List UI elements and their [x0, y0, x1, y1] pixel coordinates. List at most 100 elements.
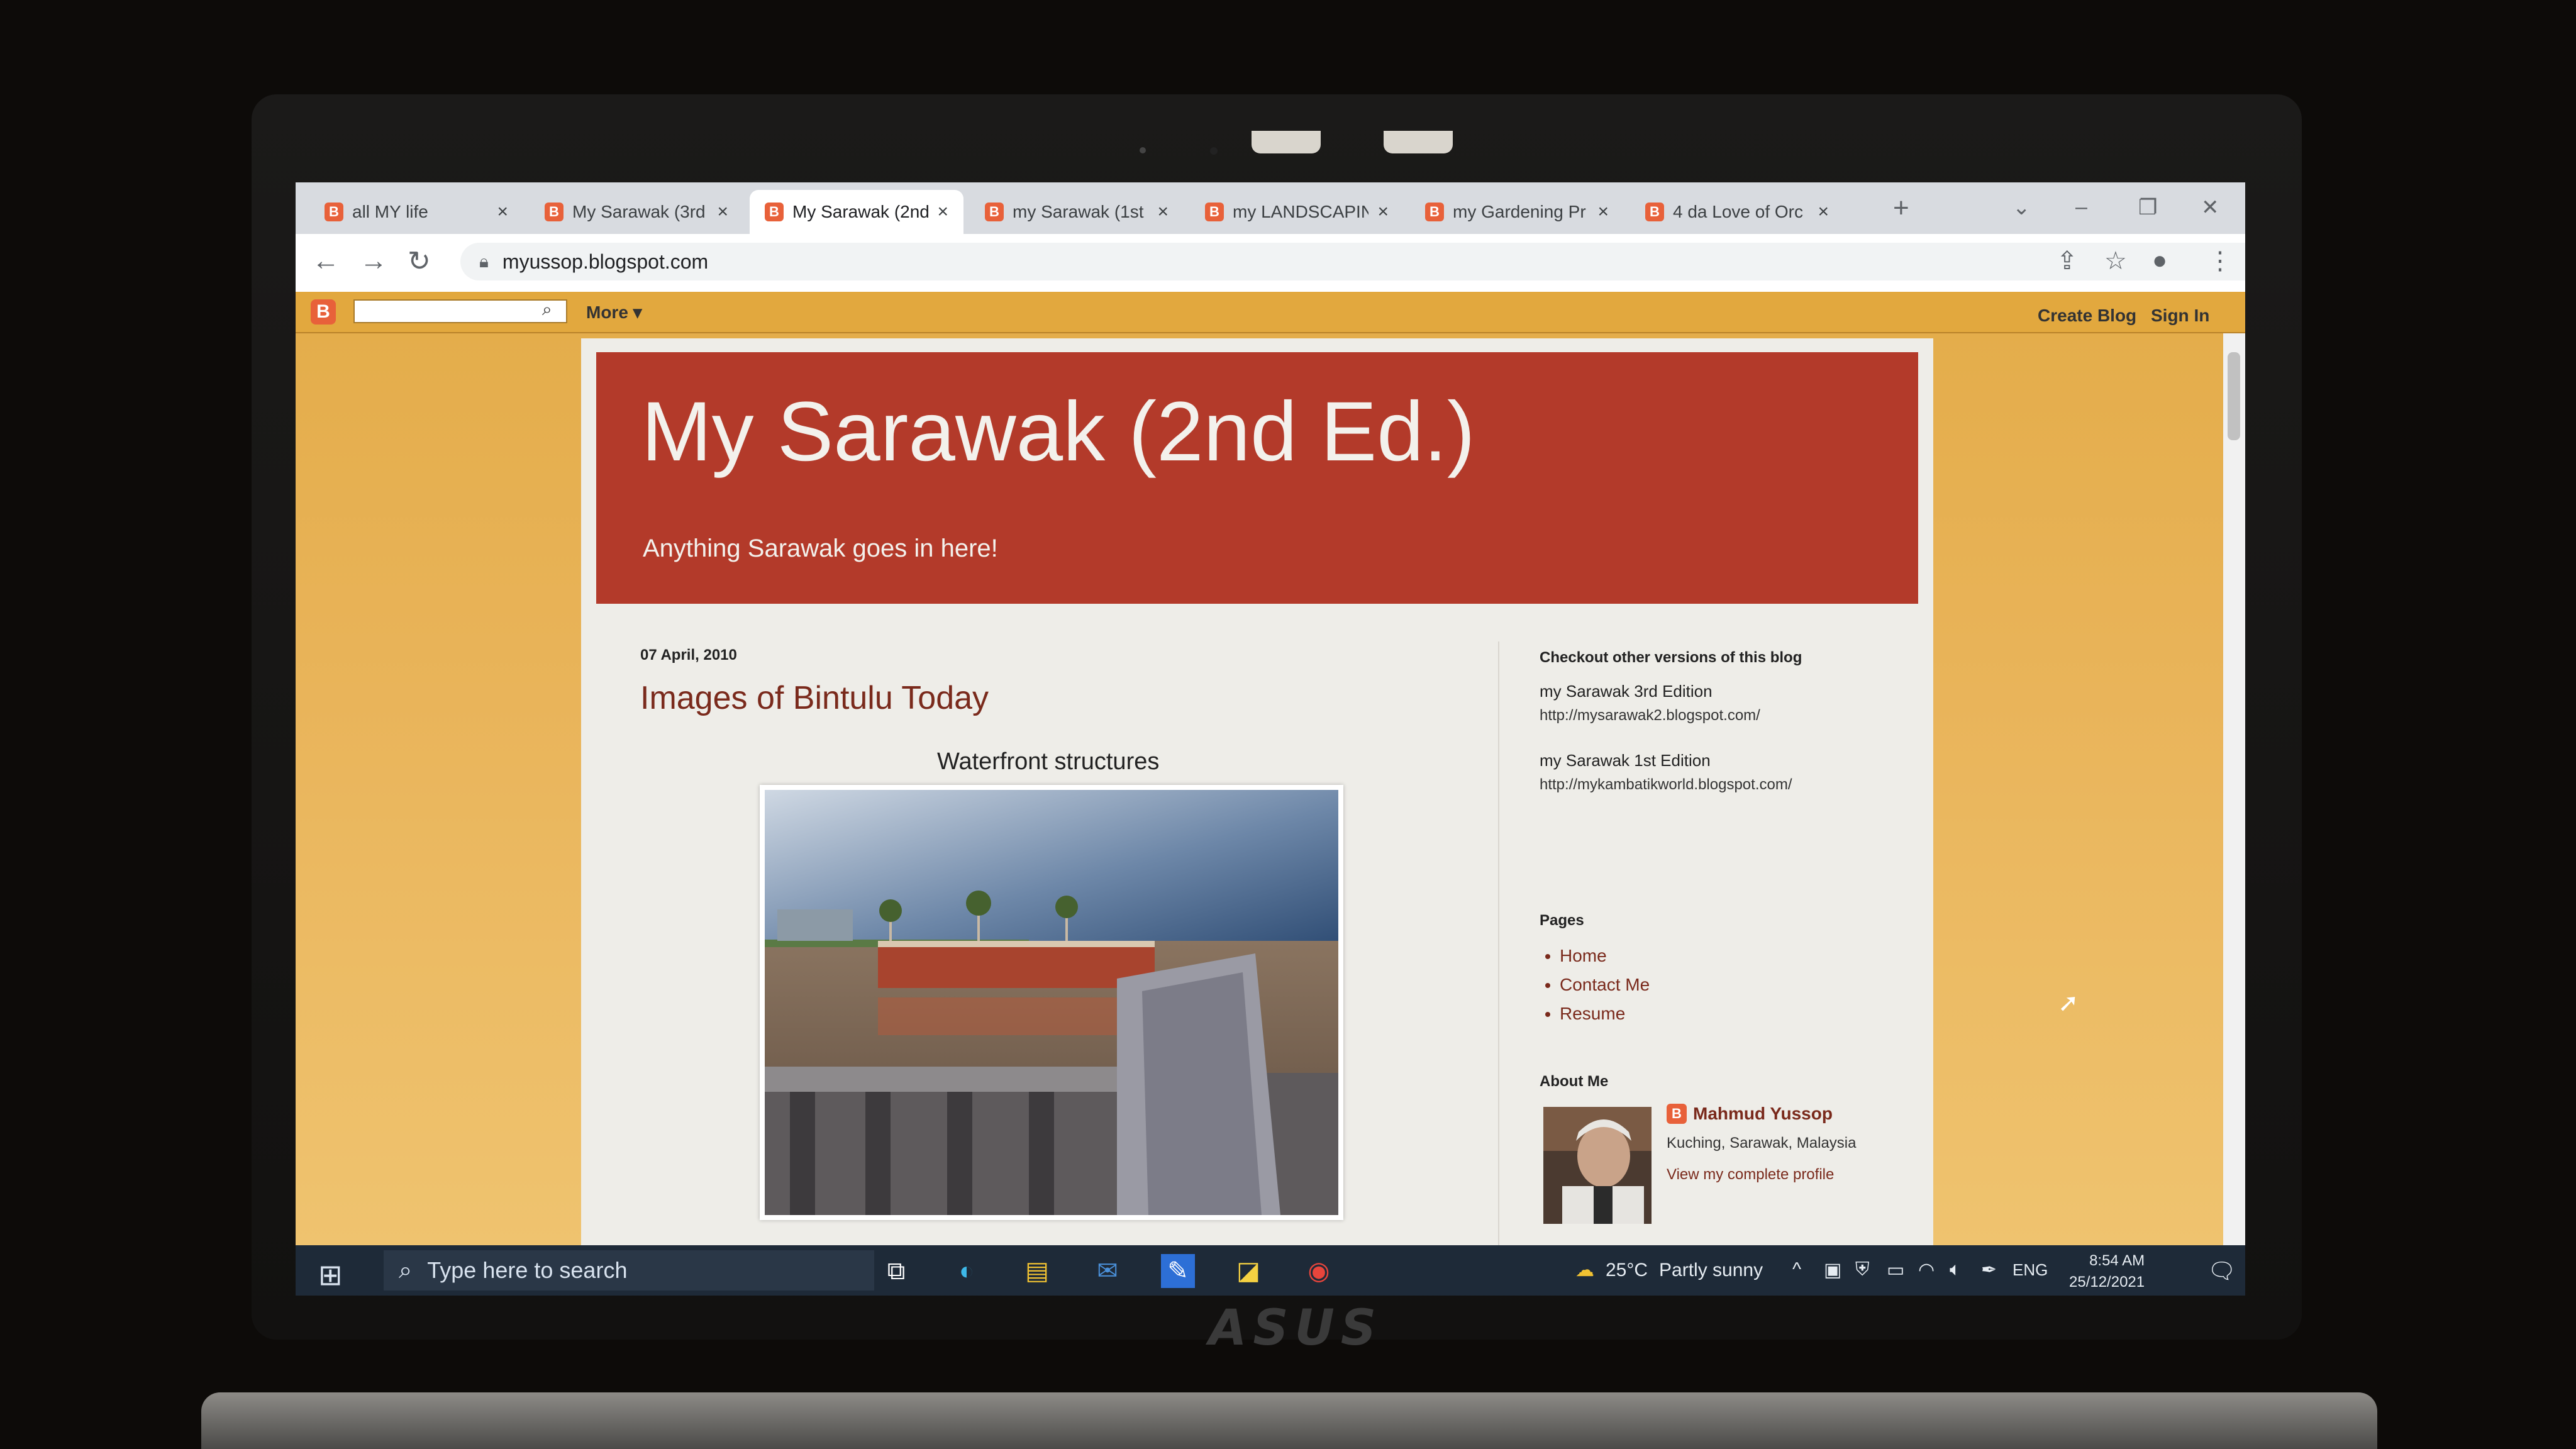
- pen-app-icon[interactable]: ✎: [1161, 1254, 1195, 1288]
- blogger-logo-icon[interactable]: B: [311, 299, 336, 325]
- blogger-favicon-icon: B: [1645, 203, 1664, 221]
- close-window-icon[interactable]: ✕: [2201, 195, 2219, 220]
- scrollbar[interactable]: [2223, 333, 2245, 1245]
- tab-close-icon[interactable]: ×: [1818, 201, 1829, 223]
- tab-label: My Sarawak (2nd: [792, 202, 929, 221]
- mail-icon[interactable]: ✉: [1091, 1254, 1124, 1288]
- post-title[interactable]: Images of Bintulu Today: [640, 679, 989, 717]
- task-view-icon[interactable]: ⧉: [879, 1254, 913, 1288]
- tab-my-sarawak-2nd[interactable]: B My Sarawak (2nd ×: [750, 190, 963, 234]
- pages-heading: Pages: [1540, 912, 1584, 929]
- screen: B all MY life × B My Sarawak (3rd × B My…: [296, 182, 2245, 1296]
- page-link-home[interactable]: Home: [1560, 946, 1650, 966]
- url-text[interactable]: myussop.blogspot.com: [502, 250, 708, 274]
- weather-condition: Partly sunny: [1659, 1259, 1763, 1280]
- page-link-resume[interactable]: Resume: [1560, 1004, 1650, 1024]
- pen-tray-icon[interactable]: ✒: [1981, 1259, 1997, 1281]
- page-link-contact[interactable]: Contact Me: [1560, 975, 1650, 995]
- tab-strip: B all MY life × B My Sarawak (3rd × B My…: [296, 182, 2245, 234]
- versions-heading: Checkout other versions of this blog: [1540, 649, 1802, 666]
- security-icon[interactable]: ⛨: [1855, 1259, 1870, 1280]
- tab-all-my-life[interactable]: B all MY life ×: [309, 190, 523, 234]
- blogger-favicon-icon: B: [985, 203, 1004, 221]
- windows-start-icon[interactable]: ⊞: [318, 1258, 343, 1292]
- minimize-icon[interactable]: –: [2075, 195, 2087, 219]
- volume-icon[interactable]: 🔈︎: [1950, 1259, 1961, 1280]
- blogger-favicon-icon: B: [325, 203, 343, 221]
- webcam-clip-left: [1252, 131, 1321, 153]
- webcam-clip-right: [1384, 131, 1453, 153]
- profile-avatar-icon[interactable]: ●: [2152, 247, 2167, 275]
- input-language[interactable]: ENG: [2012, 1260, 2048, 1280]
- new-tab-button[interactable]: +: [1893, 192, 1909, 224]
- profile-location: Kuching, Sarawak, Malaysia: [1667, 1135, 1857, 1152]
- blogger-favicon-icon: B: [765, 203, 784, 221]
- notification-center-icon[interactable]: 🗨︎: [2207, 1258, 2236, 1284]
- view-profile-link[interactable]: View my complete profile: [1667, 1166, 1834, 1184]
- tray-overflow-chevron-icon[interactable]: ^: [1792, 1259, 1801, 1280]
- tray-app-icon[interactable]: ▣: [1824, 1259, 1841, 1281]
- wifi-icon[interactable]: ◠: [1918, 1259, 1935, 1281]
- tab-my-sarawak-3rd[interactable]: B My Sarawak (3rd ×: [530, 190, 743, 234]
- sign-in-link[interactable]: Sign In: [2151, 306, 2209, 326]
- battery-icon[interactable]: ▭: [1887, 1259, 1904, 1281]
- clock-date: 25/12/2021: [2069, 1274, 2145, 1291]
- blog-description: Anything Sarawak goes in here!: [643, 535, 998, 562]
- bookmark-star-icon[interactable]: ☆: [2104, 247, 2127, 275]
- webcam: [1210, 147, 1218, 155]
- mouse-cursor-icon: ➚: [2058, 989, 2079, 1017]
- search-icon[interactable]: ⌕: [542, 299, 552, 320]
- version-1st-url[interactable]: http://mykambatikworld.blogspot.com/: [1540, 776, 1792, 794]
- weather-widget[interactable]: ☁ 25°C Partly sunny: [1575, 1259, 1763, 1281]
- profile-avatar[interactable]: [1543, 1107, 1652, 1224]
- profile-photo: [1543, 1107, 1652, 1224]
- system-clock[interactable]: 8:54 AM 25/12/2021: [2069, 1250, 2145, 1293]
- kebab-menu-icon[interactable]: ⋮: [2207, 247, 2233, 275]
- profile-name-link[interactable]: B Mahmud Yussop: [1667, 1104, 1833, 1124]
- edge-browser-icon[interactable]: ◐: [950, 1254, 984, 1288]
- forward-arrow-icon[interactable]: →: [360, 245, 387, 277]
- create-blog-link[interactable]: Create Blog: [2038, 306, 2136, 326]
- tab-my-gardening[interactable]: B my Gardening Pr ×: [1410, 190, 1624, 234]
- scrollbar-thumb[interactable]: [2228, 352, 2240, 440]
- waterfront-photo: [765, 790, 1338, 1215]
- file-explorer-icon[interactable]: ▤: [1020, 1254, 1054, 1288]
- tab-close-icon[interactable]: ×: [937, 201, 948, 223]
- sticky-notes-icon[interactable]: ◪: [1231, 1254, 1265, 1288]
- blog-title[interactable]: My Sarawak (2nd Ed.): [641, 384, 1475, 480]
- tab-close-icon[interactable]: ×: [1157, 201, 1169, 223]
- share-icon[interactable]: ⇪: [2057, 247, 2078, 275]
- tab-close-icon[interactable]: ×: [717, 201, 728, 223]
- webcam-light: [1140, 147, 1146, 153]
- tab-label: all MY life: [352, 202, 428, 221]
- back-arrow-icon[interactable]: ←: [312, 245, 340, 277]
- more-menu[interactable]: More ▾: [586, 302, 642, 323]
- asus-logo: ASUS: [1208, 1300, 1383, 1357]
- blog-search-input[interactable]: [353, 299, 567, 323]
- search-icon: ⌕: [399, 1257, 413, 1284]
- about-heading: About Me: [1540, 1073, 1609, 1090]
- taskbar-search-box[interactable]: ⌕ Type here to search: [384, 1250, 874, 1291]
- tab-close-icon[interactable]: ×: [1597, 201, 1609, 223]
- laptop-base: [201, 1392, 2377, 1449]
- reload-icon[interactable]: ↻: [408, 245, 431, 277]
- blogger-favicon-icon: B: [1425, 203, 1444, 221]
- post-photo[interactable]: [760, 785, 1343, 1220]
- blogger-navbar: B ⌕ More ▾ Create Blog Sign In: [296, 292, 2245, 333]
- tab-close-icon[interactable]: ×: [1377, 201, 1389, 223]
- column-divider: [1498, 641, 1499, 1245]
- tab-my-sarawak-1st[interactable]: B my Sarawak (1st ×: [970, 190, 1184, 234]
- tab-close-icon[interactable]: ×: [497, 201, 508, 223]
- tab-love-of-orchids[interactable]: B 4 da Love of Orc ×: [1630, 190, 1844, 234]
- pages-list: Home Contact Me Resume: [1560, 946, 1650, 1033]
- restore-icon[interactable]: ❐: [2138, 195, 2157, 220]
- tab-label: my Sarawak (1st: [1013, 202, 1144, 221]
- profile-name[interactable]: Mahmud Yussop: [1693, 1104, 1833, 1124]
- version-3rd-name: my Sarawak 3rd Edition: [1540, 682, 1713, 701]
- version-1st-name: my Sarawak 1st Edition: [1540, 751, 1711, 770]
- tab-my-landscaping[interactable]: B my LANDSCAPIN ×: [1190, 190, 1404, 234]
- version-3rd-url[interactable]: http://mysarawak2.blogspot.com/: [1540, 707, 1760, 724]
- tab-search-chevron-icon[interactable]: ⌄: [2012, 195, 2031, 220]
- address-bar[interactable]: 🔒︎ myussop.blogspot.com: [460, 243, 2245, 280]
- chrome-browser-icon[interactable]: ◉: [1302, 1254, 1336, 1288]
